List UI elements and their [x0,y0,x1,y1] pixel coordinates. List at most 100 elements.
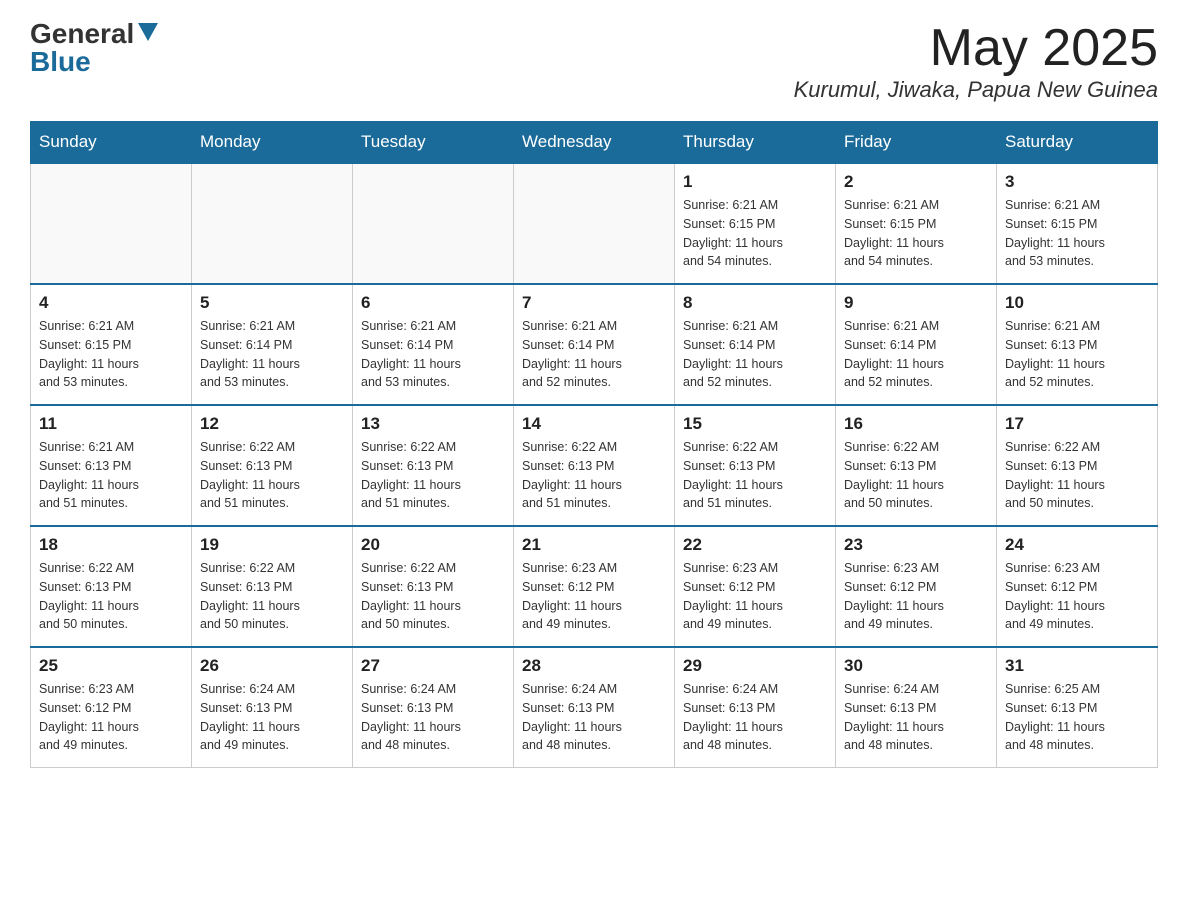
day-number: 24 [1005,535,1149,555]
day-of-week-header-friday: Friday [836,122,997,164]
day-number: 22 [683,535,827,555]
day-of-week-header-tuesday: Tuesday [353,122,514,164]
calendar-cell: 23 Sunrise: 6:23 AMSunset: 6:12 PMDayligh… [836,526,997,647]
day-info: Sunrise: 6:21 AMSunset: 6:15 PMDaylight:… [1005,196,1149,271]
day-number: 11 [39,414,183,434]
day-info: Sunrise: 6:22 AMSunset: 6:13 PMDaylight:… [200,438,344,513]
day-info: Sunrise: 6:21 AMSunset: 6:14 PMDaylight:… [683,317,827,392]
day-number: 15 [683,414,827,434]
day-number: 3 [1005,172,1149,192]
calendar-cell: 9Sunrise: 6:21 AMSunset: 6:14 PMDaylight… [836,284,997,405]
day-info: Sunrise: 6:23 AMSunset: 6:12 PMDaylight:… [844,559,988,634]
day-of-week-header-sunday: Sunday [31,122,192,164]
day-info: Sunrise: 6:21 AMSunset: 6:15 PMDaylight:… [683,196,827,271]
calendar-cell: 28 Sunrise: 6:24 AMSunset: 6:13 PMDayligh… [514,647,675,768]
page-header: General Blue May 2025 Kurumul, Jiwaka, P… [30,20,1158,103]
day-number: 18 [39,535,183,555]
day-number: 1 [683,172,827,192]
calendar-cell: 17 Sunrise: 6:22 AMSunset: 6:13 PMDayligh… [997,405,1158,526]
calendar-cell: 10 Sunrise: 6:21 AMSunset: 6:13 PMDayligh… [997,284,1158,405]
day-info: Sunrise: 6:24 AMSunset: 6:13 PMDaylight:… [844,680,988,755]
calendar-header-row: SundayMondayTuesdayWednesdayThursdayFrid… [31,122,1158,164]
day-number: 6 [361,293,505,313]
calendar-cell: 16 Sunrise: 6:22 AMSunset: 6:13 PMDayligh… [836,405,997,526]
day-info: Sunrise: 6:22 AMSunset: 6:13 PMDaylight:… [522,438,666,513]
calendar-cell: 22 Sunrise: 6:23 AMSunset: 6:12 PMDayligh… [675,526,836,647]
calendar-cell: 18 Sunrise: 6:22 AMSunset: 6:13 PMDayligh… [31,526,192,647]
day-number: 17 [1005,414,1149,434]
calendar-week-row-1: 1 Sunrise: 6:21 AMSunset: 6:15 PMDaylight… [31,163,1158,284]
calendar-cell: 26Sunrise: 6:24 AMSunset: 6:13 PMDayligh… [192,647,353,768]
day-info: Sunrise: 6:23 AMSunset: 6:12 PMDaylight:… [39,680,183,755]
calendar-cell [353,163,514,284]
calendar-cell: 11 Sunrise: 6:21 AMSunset: 6:13 PMDayligh… [31,405,192,526]
calendar-cell: 31 Sunrise: 6:25 AMSunset: 6:13 PMDayligh… [997,647,1158,768]
day-of-week-header-wednesday: Wednesday [514,122,675,164]
calendar-week-row-2: 4Sunrise: 6:21 AMSunset: 6:15 PMDaylight… [31,284,1158,405]
day-number: 10 [1005,293,1149,313]
calendar-cell: 15 Sunrise: 6:22 AMSunset: 6:13 PMDayligh… [675,405,836,526]
day-info: Sunrise: 6:25 AMSunset: 6:13 PMDaylight:… [1005,680,1149,755]
day-number: 31 [1005,656,1149,676]
day-number: 12 [200,414,344,434]
day-info: Sunrise: 6:24 AMSunset: 6:13 PMDaylight:… [361,680,505,755]
day-number: 4 [39,293,183,313]
day-info: Sunrise: 6:24 AMSunset: 6:13 PMDaylight:… [200,680,344,755]
calendar-cell: 6 Sunrise: 6:21 AMSunset: 6:14 PMDaylight… [353,284,514,405]
day-of-week-header-monday: Monday [192,122,353,164]
calendar-cell: 4Sunrise: 6:21 AMSunset: 6:15 PMDaylight… [31,284,192,405]
calendar-cell [514,163,675,284]
logo-general-text: General [30,20,158,48]
day-number: 7 [522,293,666,313]
calendar-cell: 30 Sunrise: 6:24 AMSunset: 6:13 PMDayligh… [836,647,997,768]
day-info: Sunrise: 6:22 AMSunset: 6:13 PMDaylight:… [1005,438,1149,513]
day-number: 2 [844,172,988,192]
day-of-week-header-thursday: Thursday [675,122,836,164]
month-year-title: May 2025 [794,20,1158,77]
day-number: 28 [522,656,666,676]
day-number: 13 [361,414,505,434]
calendar-cell: 21 Sunrise: 6:23 AMSunset: 6:12 PMDayligh… [514,526,675,647]
calendar-week-row-3: 11 Sunrise: 6:21 AMSunset: 6:13 PMDayligh… [31,405,1158,526]
calendar-cell: 3 Sunrise: 6:21 AMSunset: 6:15 PMDaylight… [997,163,1158,284]
day-number: 20 [361,535,505,555]
day-number: 16 [844,414,988,434]
day-number: 21 [522,535,666,555]
day-number: 19 [200,535,344,555]
day-info: Sunrise: 6:22 AMSunset: 6:13 PMDaylight:… [361,438,505,513]
calendar-cell: 1 Sunrise: 6:21 AMSunset: 6:15 PMDaylight… [675,163,836,284]
calendar-table: SundayMondayTuesdayWednesdayThursdayFrid… [30,121,1158,768]
day-info: Sunrise: 6:21 AMSunset: 6:13 PMDaylight:… [1005,317,1149,392]
day-info: Sunrise: 6:22 AMSunset: 6:13 PMDaylight:… [844,438,988,513]
calendar-cell: 13 Sunrise: 6:22 AMSunset: 6:13 PMDayligh… [353,405,514,526]
day-number: 29 [683,656,827,676]
day-number: 23 [844,535,988,555]
calendar-week-row-4: 18 Sunrise: 6:22 AMSunset: 6:13 PMDayligh… [31,526,1158,647]
day-info: Sunrise: 6:21 AMSunset: 6:13 PMDaylight:… [39,438,183,513]
day-number: 14 [522,414,666,434]
day-number: 25 [39,656,183,676]
calendar-cell: 20Sunrise: 6:22 AMSunset: 6:13 PMDayligh… [353,526,514,647]
calendar-cell: 29Sunrise: 6:24 AMSunset: 6:13 PMDayligh… [675,647,836,768]
day-info: Sunrise: 6:22 AMSunset: 6:13 PMDaylight:… [683,438,827,513]
day-info: Sunrise: 6:24 AMSunset: 6:13 PMDaylight:… [522,680,666,755]
calendar-cell: 5Sunrise: 6:21 AMSunset: 6:14 PMDaylight… [192,284,353,405]
day-info: Sunrise: 6:22 AMSunset: 6:13 PMDaylight:… [39,559,183,634]
day-info: Sunrise: 6:21 AMSunset: 6:15 PMDaylight:… [844,196,988,271]
calendar-cell: 8Sunrise: 6:21 AMSunset: 6:14 PMDaylight… [675,284,836,405]
location-subtitle: Kurumul, Jiwaka, Papua New Guinea [794,77,1158,103]
calendar-cell: 25 Sunrise: 6:23 AMSunset: 6:12 PMDayligh… [31,647,192,768]
day-info: Sunrise: 6:21 AMSunset: 6:14 PMDaylight:… [200,317,344,392]
day-info: Sunrise: 6:21 AMSunset: 6:14 PMDaylight:… [361,317,505,392]
calendar-cell: 27Sunrise: 6:24 AMSunset: 6:13 PMDayligh… [353,647,514,768]
calendar-cell [31,163,192,284]
day-info: Sunrise: 6:22 AMSunset: 6:13 PMDaylight:… [200,559,344,634]
day-info: Sunrise: 6:23 AMSunset: 6:12 PMDaylight:… [683,559,827,634]
calendar-cell: 7Sunrise: 6:21 AMSunset: 6:14 PMDaylight… [514,284,675,405]
day-info: Sunrise: 6:23 AMSunset: 6:12 PMDaylight:… [522,559,666,634]
logo-blue-text: Blue [30,48,91,76]
title-block: May 2025 Kurumul, Jiwaka, Papua New Guin… [794,20,1158,103]
calendar-cell: 12 Sunrise: 6:22 AMSunset: 6:13 PMDayligh… [192,405,353,526]
calendar-cell [192,163,353,284]
day-number: 30 [844,656,988,676]
